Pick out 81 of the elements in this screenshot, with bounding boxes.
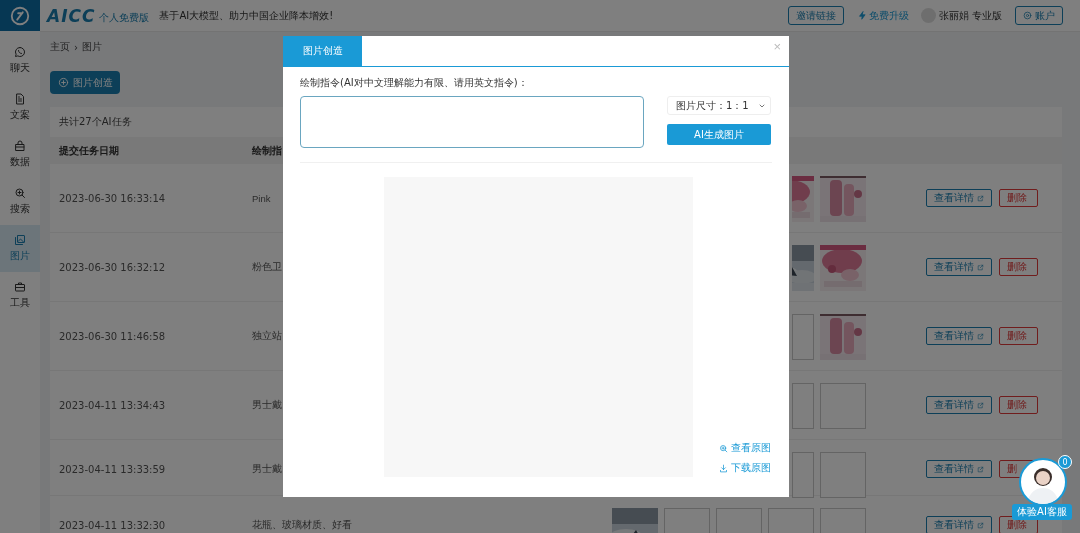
task-count: 共计27个AI任务 [59, 115, 132, 129]
image-frame [792, 383, 814, 429]
sidebar-label: 聊天 [10, 61, 30, 75]
sidebar-item[interactable]: 搜索 [0, 178, 40, 225]
table-cell-text: 2023-06-30 11:46:58 [59, 330, 167, 342]
notification-badge: 0 [1058, 455, 1072, 469]
view-details-button[interactable]: 查看详情 [926, 189, 992, 207]
external-link-icon [977, 401, 984, 409]
delete-button[interactable]: 删除 [999, 189, 1038, 207]
breadcrumb-link[interactable]: 图片 [82, 40, 102, 54]
chat-label[interactable]: 体验AI客服 [1012, 504, 1072, 520]
delete-button[interactable]: 删除 [999, 396, 1038, 414]
view-details-button[interactable]: 查看详情 [926, 258, 992, 276]
sidebar-label: 图片 [10, 249, 30, 263]
external-link-icon [977, 263, 984, 271]
account-button[interactable]: 账户 [1015, 6, 1063, 25]
download-icon [719, 463, 728, 473]
external-link-icon [977, 521, 984, 529]
view-details-button[interactable]: 查看详情 [926, 396, 992, 414]
document-icon [14, 93, 26, 105]
gear-icon [1023, 11, 1032, 20]
size-select[interactable]: 图片尺寸：1：1 [667, 96, 771, 115]
search-icon [14, 187, 26, 199]
table-cell-text: 2023-04-11 13:33:59 [59, 463, 167, 475]
column-header: 提交任务日期 [59, 143, 120, 158]
view-details-button[interactable]: 查看详情 [926, 460, 992, 478]
close-button[interactable]: × [773, 39, 781, 55]
user-name: 张丽娟 专业版 [938, 8, 1002, 23]
column-header: 绘制指 [252, 143, 283, 158]
prompt-label: 绘制指令(AI对中文理解能力有限、请用英文指令)： [300, 76, 528, 88]
logo-text: AICC [47, 5, 96, 26]
tagline: 基于AI大模型、助力中国企业降本增效! [159, 8, 334, 23]
sidebar-item[interactable]: 数据 [0, 131, 40, 178]
sidebar-item[interactable]: 聊天 [0, 37, 40, 84]
lightning-icon [857, 11, 867, 20]
sidebar-label: 文案 [10, 108, 30, 122]
view-details-button[interactable]: 查看详情 [926, 327, 992, 345]
breadcrumb-separator: › [74, 41, 78, 53]
create-image-button[interactable]: 图片创造 [50, 71, 120, 94]
external-link-icon [977, 465, 984, 473]
download-original-link[interactable]: 下载原图 [719, 461, 771, 475]
external-link-icon [977, 194, 984, 202]
plus-circle-icon [57, 77, 69, 88]
sidebar-item[interactable]: 工具 [0, 272, 40, 319]
sidebar-label: 数据 [10, 155, 30, 169]
view-details-button[interactable]: 查看详情 [926, 516, 992, 533]
modal-tab[interactable]: 图片创造 [283, 36, 362, 66]
sidebar-label: 搜索 [10, 202, 30, 216]
logo-subtitle: 个人免费版 [99, 10, 150, 25]
toolbox-icon [14, 281, 26, 293]
table-cell-text: 男士戴 [252, 398, 283, 412]
table-cell-text: 独立站 [252, 329, 283, 343]
generate-image-button[interactable]: AI生成图片 [667, 124, 771, 145]
circle-logo-icon [9, 4, 31, 27]
table-cell-text: 男士戴 [252, 462, 283, 476]
image-frame [820, 452, 866, 498]
bag-icon [14, 140, 26, 152]
image-icon [14, 234, 26, 246]
image-frame [792, 314, 814, 360]
invite-button[interactable]: 邀请链接 [787, 6, 844, 25]
chat-bubble-icon [14, 46, 26, 58]
prompt-input-field[interactable] [300, 96, 644, 148]
table-cell-text: 2023-06-30 16:33:14 [59, 192, 167, 204]
external-link-icon [977, 332, 984, 340]
view-original-link[interactable]: 查看原图 [719, 441, 771, 455]
sidebar-item[interactable]: 文案 [0, 84, 40, 131]
table-cell-text: 花瓶、玻璃材质、好看 [252, 518, 353, 532]
table-cell-text: 2023-06-30 16:32:12 [59, 261, 167, 273]
table-cell-text: 粉色卫 [252, 260, 283, 274]
zoom-in-icon [719, 443, 728, 453]
upgrade-link[interactable]: 免费升级 [857, 8, 909, 23]
table-cell-text: 2023-04-11 13:34:43 [59, 399, 167, 411]
image-frame [792, 452, 814, 498]
table-cell-text: Pink [252, 192, 272, 204]
delete-button[interactable]: 删除 [999, 258, 1038, 276]
sidebar-label: 工具 [10, 296, 30, 310]
table-cell-text: 2023-04-11 13:32:30 [59, 519, 167, 531]
breadcrumb-link[interactable]: 主页 [50, 40, 70, 54]
image-frame [820, 383, 866, 429]
sidebar-item[interactable]: 图片 [0, 225, 40, 272]
delete-button[interactable]: 删除 [999, 327, 1038, 345]
